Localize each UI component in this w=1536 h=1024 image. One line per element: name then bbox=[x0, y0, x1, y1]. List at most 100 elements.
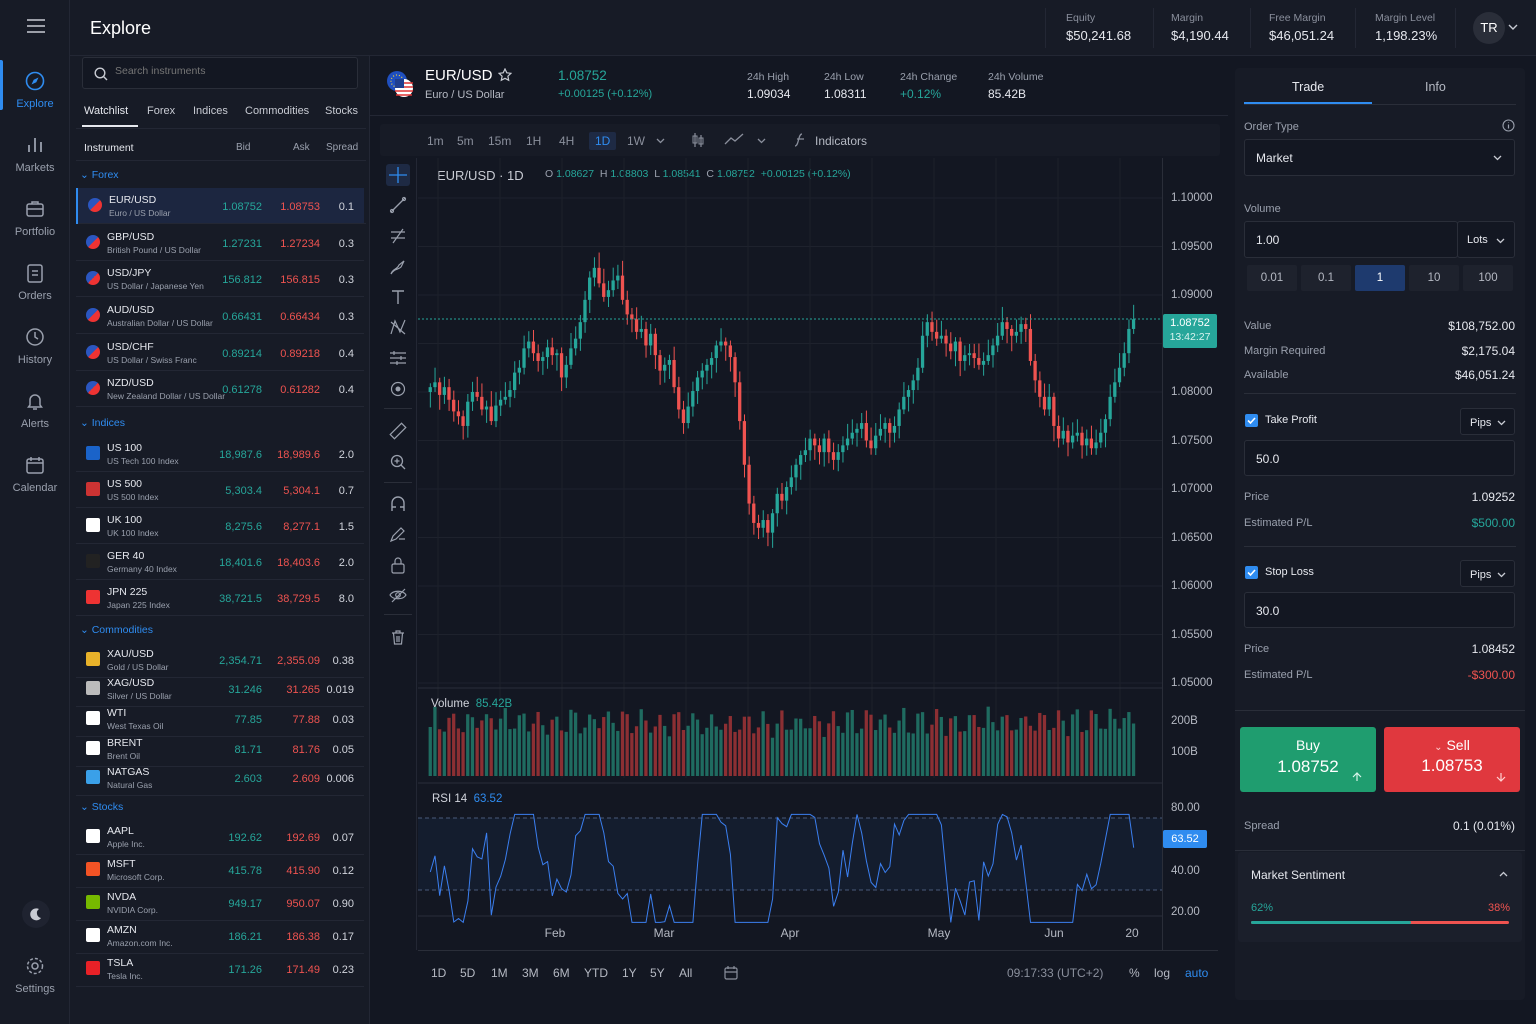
section-stocks[interactable]: ⌄ Stocks bbox=[80, 801, 123, 813]
sl-unit-select[interactable]: Pips bbox=[1460, 560, 1515, 587]
date-range-icon[interactable] bbox=[723, 965, 739, 981]
search-input[interactable] bbox=[115, 65, 345, 77]
timeframe-15m[interactable]: 15m bbox=[488, 134, 511, 148]
avatar[interactable]: TR bbox=[1473, 12, 1505, 44]
section-commodities[interactable]: ⌄ Commodities bbox=[80, 624, 153, 636]
measure-lines-icon[interactable] bbox=[389, 349, 407, 367]
list-item[interactable]: AUD/USD Australian Dollar / US Dollar 0.66… bbox=[76, 298, 364, 334]
list-item[interactable]: USD/JPY US Dollar / Japanese Yen 156.812 15… bbox=[76, 261, 364, 297]
tab-forex[interactable]: Forex bbox=[147, 105, 175, 117]
timeframe-1d[interactable]: 1D bbox=[589, 132, 617, 150]
list-item[interactable]: EUR/USD Euro / US Dollar 1.08752 1.08753 0.1 bbox=[76, 188, 366, 224]
take-profit-field[interactable]: 50.0 bbox=[1244, 440, 1515, 476]
timeframe-1m[interactable]: 1m bbox=[427, 134, 444, 148]
price-chart[interactable]: Feb Mar Apr May Jun 20 bbox=[418, 158, 1162, 950]
range-all[interactable]: All bbox=[679, 966, 692, 980]
ruler-icon[interactable] bbox=[389, 422, 407, 440]
list-item[interactable]: US 500 US 500 Index 5,303.4 5,304.1 0.7 bbox=[76, 472, 364, 508]
nav-settings[interactable]: Settings bbox=[0, 955, 70, 995]
volume-preset-0.01[interactable]: 0.01 bbox=[1247, 265, 1297, 291]
nav-orders[interactable]: Orders bbox=[0, 262, 70, 302]
list-item[interactable]: GBP/USD British Pound / US Dollar 1.27231 1… bbox=[76, 225, 364, 261]
chevron-down-icon[interactable] bbox=[1508, 24, 1518, 31]
tab-indices[interactable]: Indices bbox=[193, 105, 228, 117]
tab-commodities[interactable]: Commodities bbox=[245, 105, 309, 117]
range-3m[interactable]: 3M bbox=[522, 966, 539, 980]
crosshair-icon[interactable] bbox=[386, 164, 410, 186]
list-item[interactable]: AMZN Amazon.com Inc. 186.21 186.38 0.17 bbox=[76, 918, 364, 954]
indicators-button[interactable]: Indicators bbox=[815, 134, 867, 148]
section-forex[interactable]: ⌄ Forex bbox=[80, 169, 119, 181]
chevron-up-icon[interactable] bbox=[1499, 871, 1508, 877]
line-type-icon[interactable] bbox=[724, 133, 744, 145]
list-item[interactable]: NVDA NVIDIA Corp. 949.17 950.07 0.90 bbox=[76, 885, 364, 921]
range-1y[interactable]: 1Y bbox=[622, 966, 637, 980]
log-toggle[interactable]: log bbox=[1154, 966, 1170, 980]
stop-loss-checkbox[interactable] bbox=[1245, 566, 1258, 579]
chevron-down-icon[interactable] bbox=[656, 138, 665, 144]
range-6m[interactable]: 6M bbox=[553, 966, 570, 980]
zoom-icon[interactable] bbox=[389, 453, 407, 471]
tab-stocks[interactable]: Stocks bbox=[325, 105, 358, 117]
nav-history[interactable]: History bbox=[0, 326, 70, 366]
timeframe-5m[interactable]: 5m bbox=[457, 134, 474, 148]
volume-unit-select[interactable]: Lots bbox=[1457, 221, 1515, 258]
theme-toggle-icon[interactable] bbox=[22, 900, 50, 928]
list-item[interactable]: TSLA Tesla Inc. 171.26 171.49 0.23 bbox=[76, 951, 364, 987]
chevron-down-icon[interactable] bbox=[757, 138, 766, 144]
range-5d[interactable]: 5D bbox=[460, 966, 475, 980]
tab-watchlist[interactable]: Watchlist bbox=[84, 105, 128, 117]
star-icon[interactable] bbox=[498, 68, 512, 82]
nav-alerts[interactable]: Alerts bbox=[0, 390, 70, 430]
trendline-icon[interactable] bbox=[389, 196, 407, 214]
volume-field[interactable]: 1.00 bbox=[1244, 221, 1458, 258]
range-ytd[interactable]: YTD bbox=[584, 966, 608, 980]
pattern-icon[interactable] bbox=[389, 318, 407, 336]
nav-markets[interactable]: Markets bbox=[0, 134, 70, 174]
info-icon[interactable] bbox=[1502, 119, 1515, 132]
range-1m[interactable]: 1M bbox=[491, 966, 508, 980]
buy-button[interactable]: Buy 1.08752 bbox=[1240, 727, 1376, 792]
lock-icon[interactable] bbox=[389, 556, 407, 574]
tab-info[interactable]: Info bbox=[1425, 80, 1446, 94]
stop-loss-field[interactable]: 30.0 bbox=[1244, 592, 1515, 628]
target-icon[interactable] bbox=[389, 380, 407, 398]
list-item[interactable]: USD/CHF US Dollar / Swiss Franc 0.89214 0.8… bbox=[76, 335, 364, 371]
timeframe-4h[interactable]: 4H bbox=[559, 134, 574, 148]
text-icon[interactable] bbox=[389, 288, 407, 306]
indicators-icon[interactable] bbox=[793, 132, 807, 148]
order-type-select[interactable]: Market bbox=[1244, 139, 1515, 176]
fib-icon[interactable] bbox=[389, 227, 407, 245]
range-5y[interactable]: 5Y bbox=[650, 966, 665, 980]
magnet-icon[interactable] bbox=[389, 495, 407, 513]
list-item[interactable]: GER 40 Germany 40 Index 18,401.6 18,403.6 2.… bbox=[76, 544, 364, 580]
volume-preset-0.1[interactable]: 0.1 bbox=[1301, 265, 1351, 291]
sell-button[interactable]: ⌄ Sell 1.08753 bbox=[1384, 727, 1520, 792]
nav-explore[interactable]: Explore bbox=[0, 60, 70, 110]
menu-icon[interactable] bbox=[27, 19, 45, 33]
volume-preset-100[interactable]: 100 bbox=[1463, 265, 1513, 291]
pencil-lock-icon[interactable] bbox=[389, 525, 407, 543]
volume-preset-1[interactable]: 1 bbox=[1355, 265, 1405, 291]
nav-portfolio[interactable]: Portfolio bbox=[0, 198, 70, 238]
list-item[interactable]: NATGAS Natural Gas 2.603 2.609 0.006 bbox=[76, 760, 364, 796]
list-item[interactable]: MSFT Microsoft Corp. 415.78 415.90 0.12 bbox=[76, 852, 364, 888]
search-box[interactable] bbox=[82, 57, 358, 89]
timeframe-1w[interactable]: 1W bbox=[627, 134, 645, 148]
eye-icon[interactable] bbox=[389, 586, 407, 604]
nav-calendar[interactable]: Calendar bbox=[0, 454, 70, 494]
take-profit-checkbox[interactable] bbox=[1245, 414, 1258, 427]
timeframe-1h[interactable]: 1H bbox=[526, 134, 541, 148]
list-item[interactable]: UK 100 UK 100 Index 8,275.6 8,277.1 1.5 bbox=[76, 508, 364, 544]
list-item[interactable]: JPN 225 Japan 225 Index 38,721.5 38,729.5 8.… bbox=[76, 580, 364, 616]
tab-trade[interactable]: Trade bbox=[1292, 80, 1324, 94]
volume-preset-10[interactable]: 10 bbox=[1409, 265, 1459, 291]
candles-type-icon[interactable] bbox=[691, 132, 705, 148]
list-item[interactable]: NZD/USD New Zealand Dollar / US Dollar 0.6… bbox=[76, 371, 364, 407]
tp-unit-select[interactable]: Pips bbox=[1460, 408, 1515, 435]
section-indices[interactable]: ⌄ Indices bbox=[80, 417, 125, 429]
range-1d[interactable]: 1D bbox=[431, 966, 446, 980]
list-item[interactable]: AAPL Apple Inc. 192.62 192.69 0.07 bbox=[76, 819, 364, 855]
trash-icon[interactable] bbox=[389, 628, 407, 646]
percent-toggle[interactable]: % bbox=[1129, 966, 1140, 980]
